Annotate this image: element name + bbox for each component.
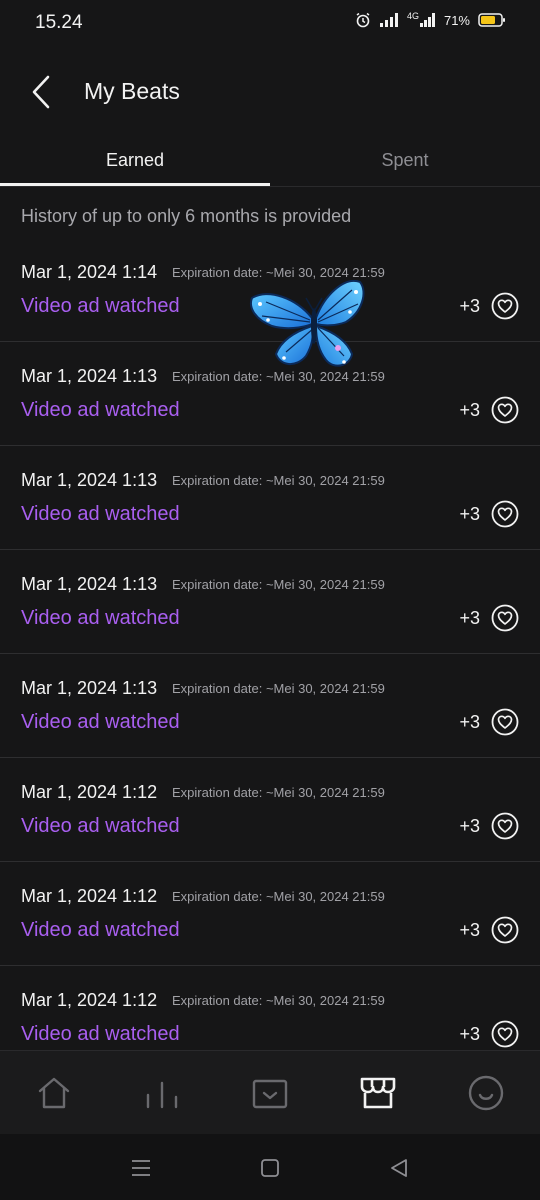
transaction-amount: +3	[459, 816, 480, 836]
home-square-icon	[258, 1159, 282, 1184]
transaction-row: Mar 1, 2024 1:13 Expiration date: ~Mei 30…	[0, 446, 540, 550]
transaction-description: Video ad watched	[21, 503, 180, 525]
transaction-expiration: Expiration date: ~Mei 30, 2024 21:59	[172, 785, 385, 800]
tabs-divider	[0, 186, 540, 187]
transaction-amount: +3	[459, 920, 480, 940]
transaction-date: Mar 1, 2024 1:14	[21, 262, 158, 282]
transaction-date: Mar 1, 2024 1:12	[21, 990, 158, 1010]
transaction-row: Mar 1, 2024 1:13 Expiration date: ~Mei 30…	[0, 550, 540, 654]
transaction-date: Mar 1, 2024 1:13	[21, 470, 158, 490]
back-triangle-icon	[387, 1159, 411, 1184]
heart-icon	[491, 500, 519, 528]
transaction-expiration: Expiration date: ~Mei 30, 2024 21:59	[172, 473, 385, 488]
bottom-navigation	[0, 1050, 540, 1134]
menu-icon	[129, 1160, 153, 1184]
transaction-date: Mar 1, 2024 1:13	[21, 574, 158, 594]
battery-percent: 71%	[443, 12, 470, 28]
home-button[interactable]	[258, 1156, 282, 1180]
system-back-button[interactable]	[387, 1156, 411, 1180]
status-icons: 4G 71%	[355, 12, 506, 28]
transaction-date: Mar 1, 2024 1:12	[21, 886, 158, 906]
transaction-amount: +3	[459, 608, 480, 628]
inbox-icon	[250, 1079, 290, 1117]
nav-inbox[interactable]	[250, 1073, 290, 1113]
home-icon	[34, 1077, 74, 1117]
tab-bar: Earned Spent	[0, 136, 540, 186]
signal-4g-icon: 4G	[407, 12, 436, 28]
transaction-description: Video ad watched	[21, 1023, 180, 1045]
transaction-date: Mar 1, 2024 1:13	[21, 678, 158, 698]
system-navigation	[0, 1134, 540, 1200]
nav-profile[interactable]	[466, 1073, 506, 1113]
app-header: My Beats	[0, 60, 540, 124]
transaction-expiration: Expiration date: ~Mei 30, 2024 21:59	[172, 889, 385, 904]
recents-button[interactable]	[129, 1156, 153, 1180]
transaction-expiration: Expiration date: ~Mei 30, 2024 21:59	[172, 577, 385, 592]
transaction-date: Mar 1, 2024 1:12	[21, 782, 158, 802]
heart-icon	[491, 916, 519, 944]
nav-home[interactable]	[34, 1073, 74, 1113]
page-title: My Beats	[84, 78, 180, 104]
transaction-row: Mar 1, 2024 1:12 Expiration date: ~Mei 30…	[0, 862, 540, 966]
transaction-row: Mar 1, 2024 1:13 Expiration date: ~Mei 30…	[0, 654, 540, 758]
heart-icon	[491, 812, 519, 840]
transaction-row: Mar 1, 2024 1:12 Expiration date: ~Mei 30…	[0, 758, 540, 862]
signal-icon	[379, 12, 399, 28]
status-bar: 15.24 4G 71%	[0, 0, 540, 48]
transaction-amount: +3	[459, 504, 480, 524]
transaction-description: Video ad watched	[21, 919, 180, 941]
transaction-amount: +3	[459, 1024, 480, 1044]
transaction-description: Video ad watched	[21, 399, 180, 421]
transaction-expiration: Expiration date: ~Mei 30, 2024 21:59	[172, 993, 385, 1008]
transaction-date: Mar 1, 2024 1:13	[21, 366, 158, 386]
tab-spent[interactable]: Spent	[270, 136, 540, 186]
network-type: 4G	[406, 11, 419, 21]
heart-icon	[491, 604, 519, 632]
transaction-description: Video ad watched	[21, 711, 180, 733]
tab-earned[interactable]: Earned	[0, 136, 270, 186]
history-note: History of up to only 6 months is provid…	[21, 206, 352, 226]
heart-icon	[491, 708, 519, 736]
transaction-amount: +3	[459, 712, 480, 732]
transaction-amount: +3	[459, 296, 480, 316]
charts-icon	[142, 1081, 182, 1117]
status-time: 15.24	[35, 12, 83, 33]
battery-icon	[478, 12, 506, 28]
smiley-icon	[466, 1075, 506, 1117]
heart-icon	[491, 292, 519, 320]
heart-icon	[491, 396, 519, 424]
transaction-row: Mar 1, 2024 1:12 Expiration date: ~Mei 30…	[0, 966, 540, 1050]
transaction-expiration: Expiration date: ~Mei 30, 2024 21:59	[172, 681, 385, 696]
heart-icon	[491, 1020, 519, 1048]
back-button[interactable]	[26, 72, 58, 112]
transaction-amount: +3	[459, 400, 480, 420]
store-icon	[358, 1077, 398, 1117]
transaction-description: Video ad watched	[21, 295, 180, 317]
nav-store[interactable]	[358, 1073, 398, 1113]
transaction-description: Video ad watched	[21, 815, 180, 837]
chevron-left-icon	[26, 75, 58, 116]
butterfly-sticker-icon	[246, 268, 370, 380]
transaction-description: Video ad watched	[21, 607, 180, 629]
nav-charts[interactable]	[142, 1073, 182, 1113]
alarm-icon	[355, 12, 371, 28]
